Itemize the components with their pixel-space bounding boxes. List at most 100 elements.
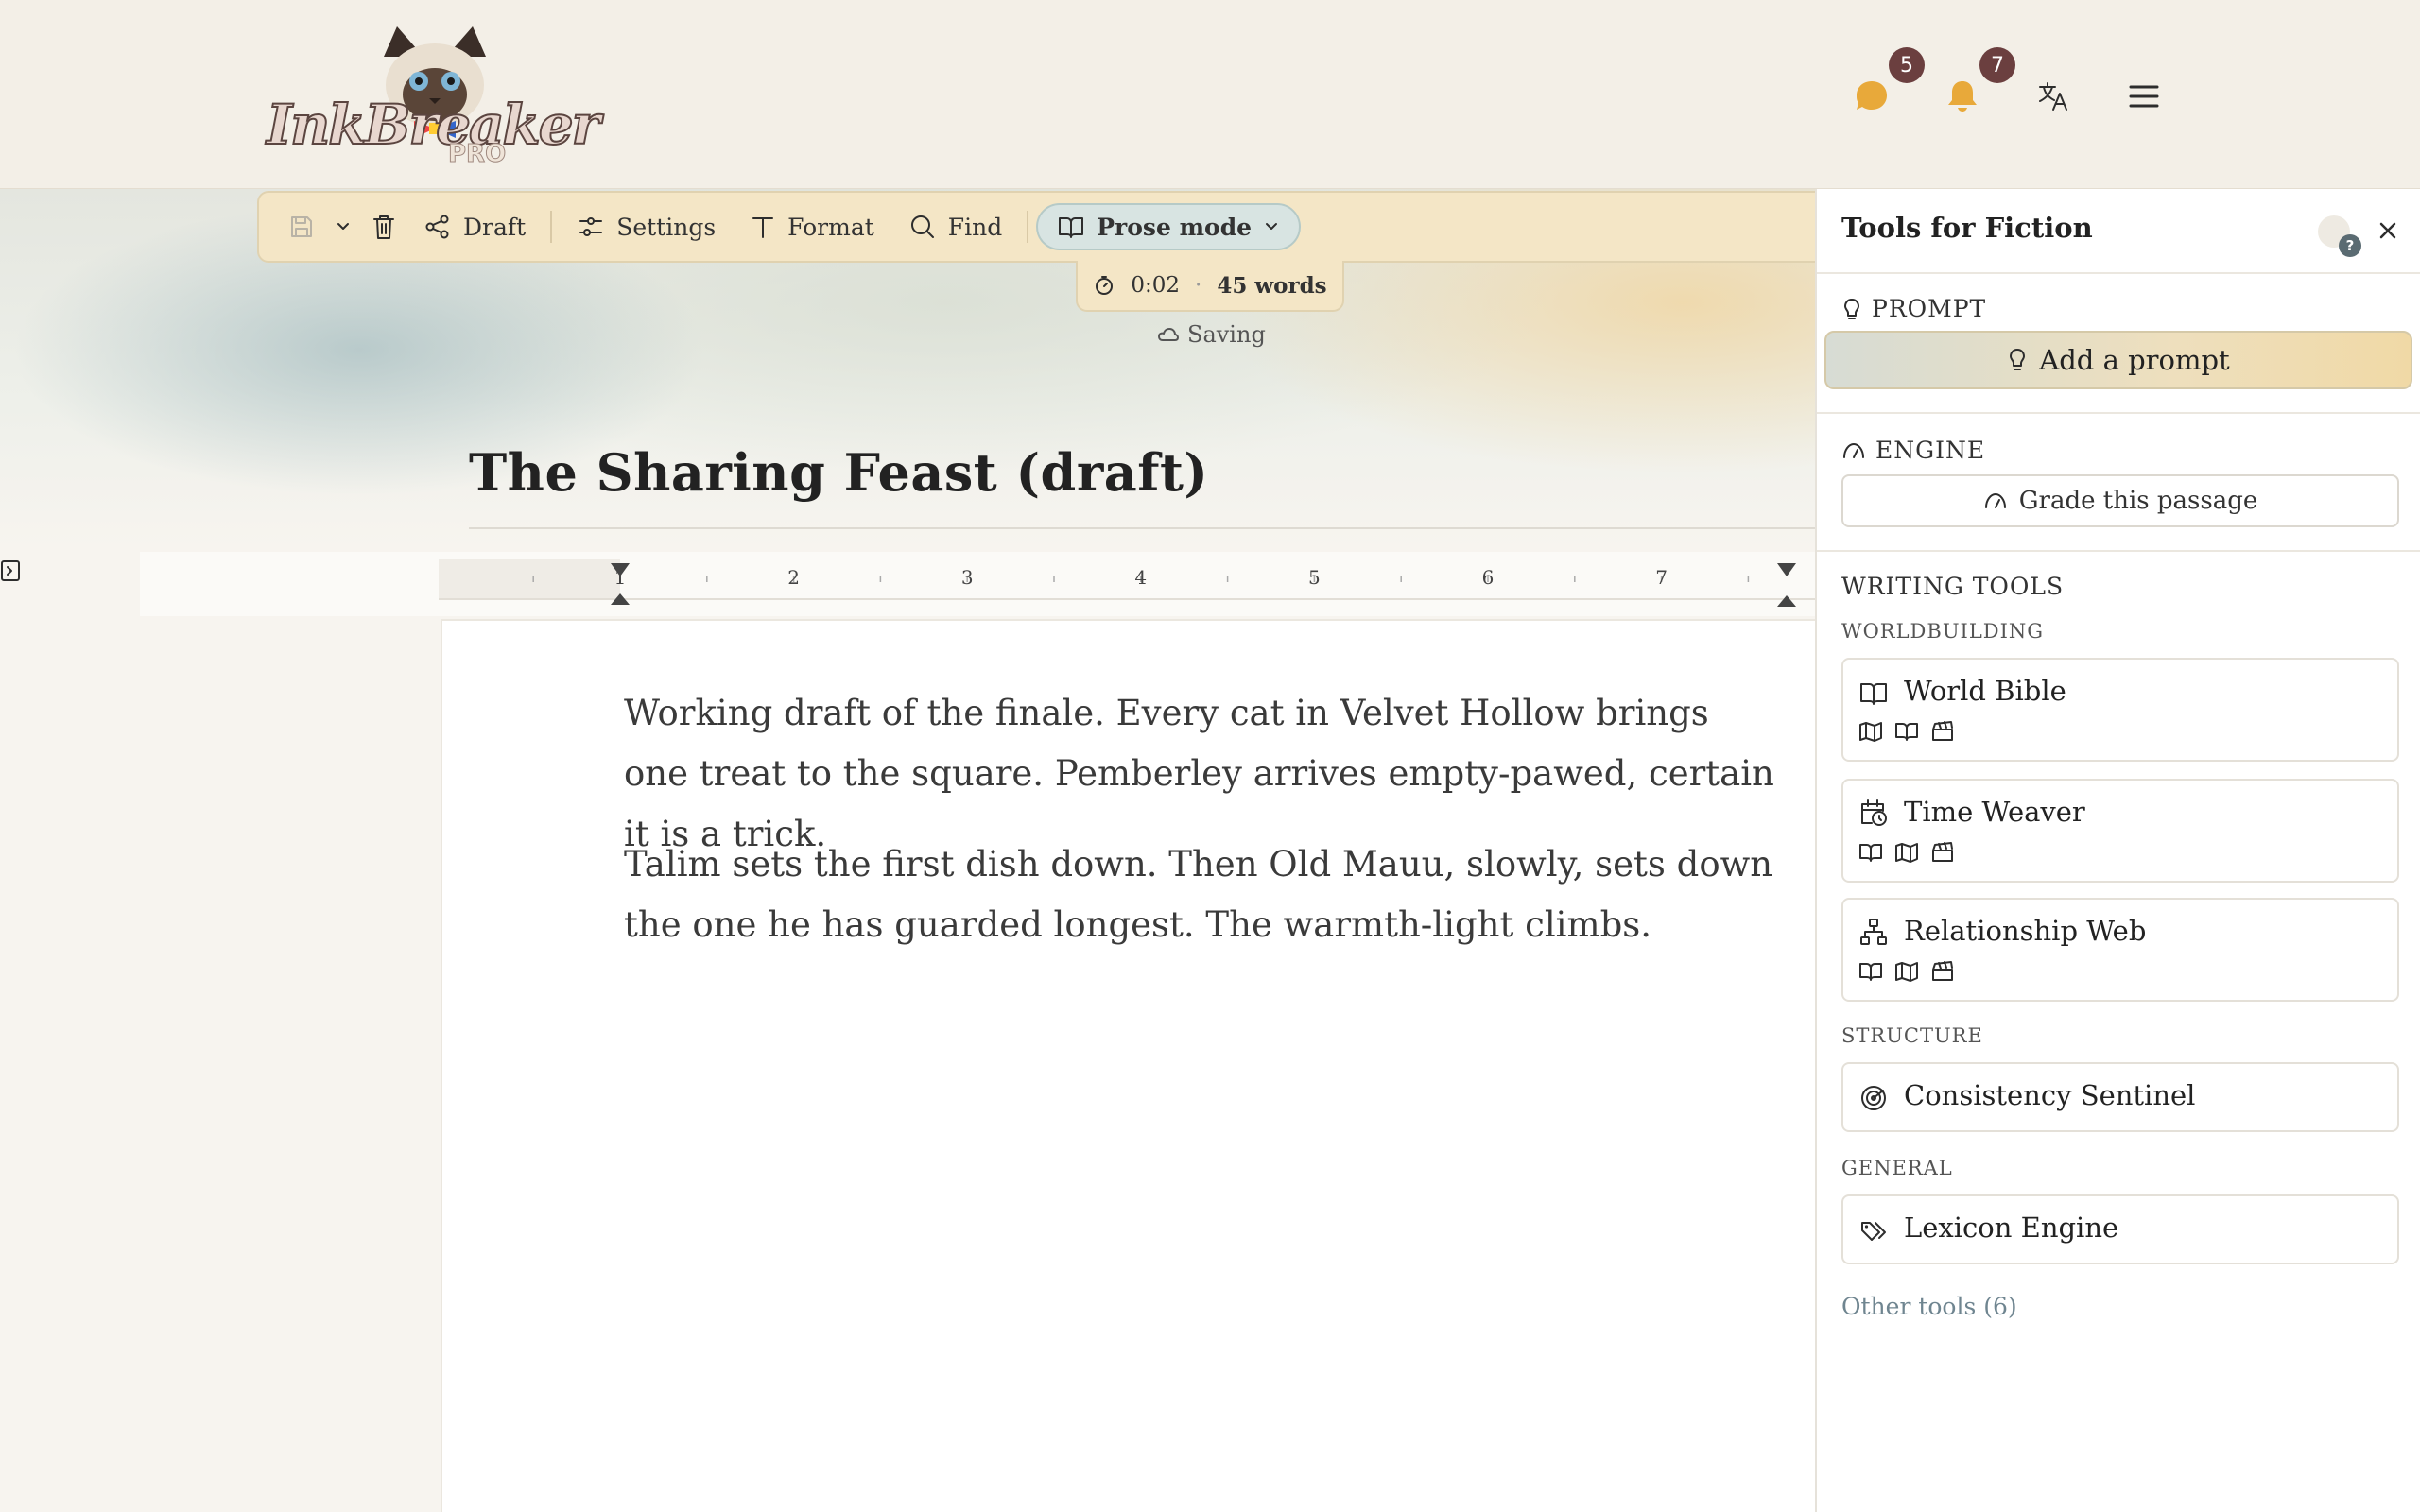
- tool-tags: [1858, 720, 1955, 743]
- save-status: Saving: [1157, 321, 1266, 348]
- word-count: 45 words: [1217, 272, 1327, 299]
- menu-button[interactable]: [2118, 70, 2170, 123]
- timer-icon: [1096, 276, 1114, 295]
- sliders-icon: [579, 217, 603, 236]
- category-structure: STRUCTURE: [1841, 1024, 1983, 1047]
- chevron-down-icon: [1266, 223, 1278, 230]
- tool-card-lexicon-engine[interactable]: Lexicon Engine: [1841, 1194, 2399, 1264]
- tool-name: Consistency Sentinel: [1904, 1079, 2196, 1111]
- ruler-label: 7: [1655, 566, 1668, 589]
- share-icon: [425, 215, 449, 239]
- gauge-icon: [1843, 442, 1864, 458]
- writing-tools-heading: WRITING TOOLS: [1841, 573, 2064, 600]
- tags-icon: [1861, 1222, 1886, 1241]
- map-icon: [1859, 722, 1882, 742]
- format-label: Format: [787, 213, 874, 241]
- tools-panel: Tools for Fiction ? PROMPT Add a prompt …: [1815, 189, 2420, 1512]
- lightbulb-icon: [2010, 349, 2026, 370]
- draft-button[interactable]: Draft: [406, 200, 543, 253]
- ruler-label: 4: [1134, 566, 1147, 589]
- chevron-down-icon: [337, 223, 349, 230]
- radar-icon: [1861, 1086, 1886, 1110]
- tool-tags: [1858, 960, 1955, 983]
- save-options-dropdown[interactable]: [325, 200, 361, 253]
- ruler[interactable]: 1234567: [140, 552, 1815, 616]
- ruler-label: 2: [787, 566, 800, 589]
- close-panel-button[interactable]: [2371, 214, 2405, 248]
- save-icon: [291, 216, 312, 237]
- right-indent-marker[interactable]: [1777, 563, 1796, 576]
- find-label: Find: [947, 213, 1003, 241]
- format-button[interactable]: Format: [733, 200, 891, 253]
- title-divider: [469, 527, 1815, 529]
- tool-card-relationship-web[interactable]: Relationship Web: [1841, 898, 2399, 1002]
- other-tools-link[interactable]: Other tools (6): [1841, 1293, 2017, 1320]
- settings-button[interactable]: Settings: [560, 200, 733, 253]
- text-format-icon: [752, 217, 774, 238]
- document-title[interactable]: The Sharing Feast (draft): [469, 442, 1208, 503]
- writing-tools-heading-label: WRITING TOOLS: [1841, 573, 2065, 600]
- logo-wordmark: InkBreaker PRO: [263, 92, 601, 169]
- toolbar-divider: [1027, 211, 1029, 243]
- tool-card-world-bible[interactable]: World Bible: [1841, 658, 2399, 762]
- draft-label: Draft: [463, 213, 527, 241]
- tool-card-time-weaver[interactable]: Time Weaver: [1841, 779, 2399, 883]
- notifications-badge: 7: [1979, 47, 2015, 83]
- notifications-button[interactable]: 7: [1936, 47, 2015, 123]
- gauge-icon: [1984, 493, 2006, 508]
- tool-name: Lexicon Engine: [1904, 1211, 2119, 1244]
- tool-name: Relationship Web: [1904, 915, 2147, 947]
- session-timer: 0:02: [1131, 273, 1181, 298]
- book-open-icon: [1859, 963, 1882, 981]
- section-divider: [1817, 272, 2420, 274]
- tool-tags: [1858, 841, 1955, 864]
- close-icon: [2379, 222, 2396, 239]
- engine-heading-label: ENGINE: [1876, 437, 1986, 464]
- save-status-label: Saving: [1187, 321, 1266, 348]
- grade-passage-button[interactable]: Grade this passage: [1841, 474, 2399, 527]
- add-prompt-button[interactable]: Add a prompt: [1824, 331, 2412, 389]
- paragraph-2[interactable]: Talim sets the first dish down. Then Old…: [624, 834, 1777, 955]
- category-general: GENERAL: [1841, 1157, 1953, 1179]
- editor-area: Draft Settings Format Find Prose mode 0:…: [0, 189, 1815, 1512]
- ruler-label: 6: [1482, 566, 1495, 589]
- prose-mode-button[interactable]: Prose mode: [1036, 203, 1302, 250]
- tool-name: World Bible: [1904, 675, 2066, 707]
- logo-edition: PRO: [447, 140, 507, 169]
- cloud-icon: [1158, 328, 1179, 341]
- document-page[interactable]: Working draft of the finale. Every cat i…: [441, 619, 1815, 1512]
- toolbar-divider: [550, 211, 553, 243]
- delete-button[interactable]: [361, 200, 406, 253]
- category-worldbuilding: WORLDBUILDING: [1841, 620, 2045, 643]
- right-margin-marker[interactable]: [1777, 595, 1796, 607]
- ruler-label: 5: [1308, 566, 1321, 589]
- tool-card-consistency-sentinel[interactable]: Consistency Sentinel: [1841, 1062, 2399, 1132]
- hamburger-menu-icon: [2129, 85, 2159, 108]
- logo-text: InkBreaker: [266, 92, 601, 158]
- stats-separator: ·: [1195, 273, 1202, 298]
- clapperboard-icon: [1932, 961, 1953, 981]
- find-button[interactable]: Find: [891, 200, 1019, 253]
- grade-passage-label: Grade this passage: [2018, 487, 2258, 515]
- search-icon: [910, 215, 934, 238]
- translate-icon: [2039, 82, 2067, 111]
- help-badge: ?: [2339, 234, 2361, 257]
- tool-name: Time Weaver: [1904, 796, 2085, 828]
- ruler-label: 3: [961, 566, 974, 589]
- map-icon: [1895, 962, 1918, 982]
- help-button[interactable]: ?: [2318, 215, 2361, 257]
- save-button[interactable]: [278, 200, 325, 253]
- chat-button[interactable]: 5: [1845, 47, 1925, 123]
- clapperboard-icon: [1932, 842, 1953, 862]
- book-open-icon: [1859, 844, 1882, 862]
- sidebar-toggle-button[interactable]: [0, 558, 23, 584]
- settings-label: Settings: [616, 213, 717, 241]
- chat-badge: 5: [1889, 47, 1925, 83]
- book-open-icon: [1860, 683, 1887, 705]
- top-bar: InkBreaker PRO 5 7: [0, 0, 2420, 189]
- section-divider: [1817, 412, 2420, 414]
- network-icon: [1860, 919, 1887, 945]
- trash-icon: [373, 215, 394, 239]
- prose-mode-label: Prose mode: [1097, 213, 1253, 241]
- language-button[interactable]: [2027, 70, 2080, 123]
